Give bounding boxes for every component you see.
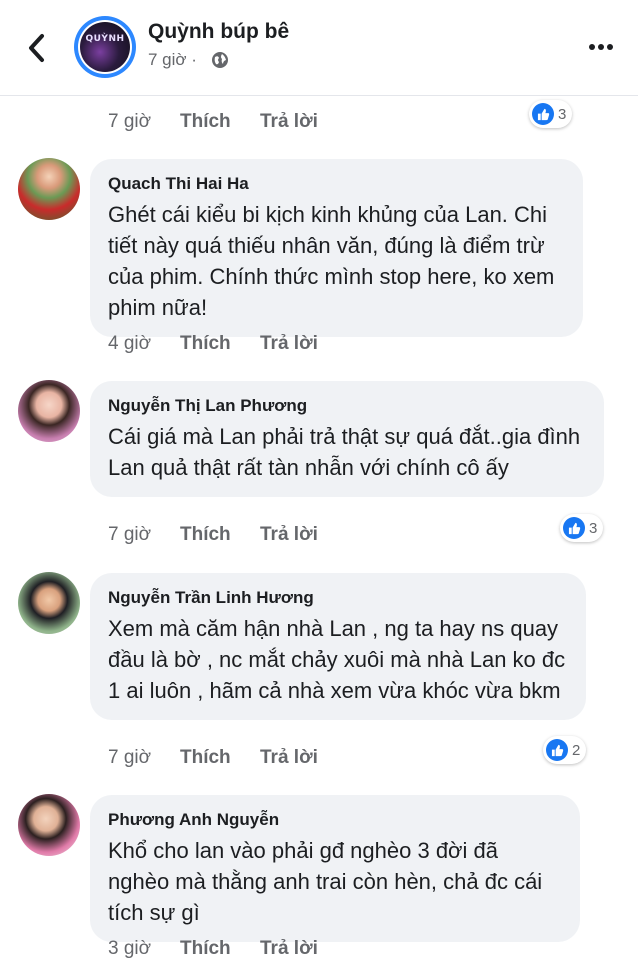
reply-link[interactable]: Trả lời: [260, 938, 318, 960]
comment-bubble: Phương Anh Nguyễn Khổ cho lan vào phải g…: [90, 795, 580, 942]
comment-time[interactable]: 7 giờ: [108, 524, 151, 546]
more-options-icon[interactable]: [588, 43, 614, 51]
commenter-avatar[interactable]: [18, 794, 80, 856]
comment-bubble: Nguyễn Thị Lan Phương Cái giá mà Lan phả…: [90, 381, 604, 497]
globe-icon: [212, 52, 228, 68]
commenter-avatar[interactable]: [18, 380, 80, 442]
like-link[interactable]: Thích: [180, 333, 231, 355]
reaction-badge[interactable]: 3: [560, 514, 604, 542]
reaction-count: 3: [589, 519, 598, 537]
reaction-badge[interactable]: 2: [543, 736, 587, 764]
comment-bubble: Quach Thi Hai Ha Ghét cái kiểu bi kịch k…: [90, 159, 583, 337]
reply-link[interactable]: Trả lời: [260, 111, 318, 133]
reaction-count: 2: [572, 741, 581, 759]
commenter-name[interactable]: Nguyễn Trần Linh Hương: [108, 587, 568, 609]
like-link[interactable]: Thích: [180, 524, 231, 546]
comment-time[interactable]: 7 giờ: [108, 747, 151, 769]
back-arrow-icon[interactable]: [22, 28, 52, 68]
reply-link[interactable]: Trả lời: [260, 747, 318, 769]
like-link[interactable]: Thích: [180, 938, 231, 960]
comment-time[interactable]: 4 giờ: [108, 333, 151, 355]
avatar-logo-text: QUỲNH: [85, 34, 125, 44]
comment-time[interactable]: 3 giờ: [108, 938, 151, 960]
comment-bubble: Nguyễn Trần Linh Hương Xem mà căm hận nh…: [90, 573, 586, 720]
commenter-avatar[interactable]: [18, 572, 80, 634]
post-time[interactable]: 7 giờ ·: [148, 50, 197, 70]
like-link[interactable]: Thích: [180, 747, 231, 769]
comment-text: Khổ cho lan vào phải gđ nghèo 3 đời đã n…: [108, 838, 543, 925]
like-reaction-icon: [563, 517, 585, 539]
reply-link[interactable]: Trả lời: [260, 524, 318, 546]
reply-link[interactable]: Trả lời: [260, 333, 318, 355]
like-reaction-icon: [532, 103, 554, 125]
comment-time[interactable]: 7 giờ: [108, 111, 151, 133]
post-header: QUỲNH Quỳnh búp bê 7 giờ ·: [0, 0, 638, 96]
comment-text: Ghét cái kiểu bi kịch kinh khủng của Lan…: [108, 202, 555, 320]
reaction-count: 3: [558, 105, 567, 123]
comment-text: Cái giá mà Lan phải trả thật sự quá đắt.…: [108, 424, 581, 480]
comment-text: Xem mà căm hận nhà Lan , ng ta hay ns qu…: [108, 616, 566, 703]
commenter-avatar[interactable]: [18, 158, 80, 220]
page-name[interactable]: Quỳnh búp bê: [148, 20, 289, 44]
commenter-name[interactable]: Nguyễn Thị Lan Phương: [108, 395, 586, 417]
like-link[interactable]: Thích: [180, 111, 231, 133]
like-reaction-icon: [546, 739, 568, 761]
commenter-name[interactable]: Quach Thi Hai Ha: [108, 173, 565, 195]
commenter-name[interactable]: Phương Anh Nguyễn: [108, 809, 562, 831]
reaction-badge[interactable]: 3: [529, 100, 573, 128]
page-avatar[interactable]: QUỲNH: [74, 16, 136, 78]
